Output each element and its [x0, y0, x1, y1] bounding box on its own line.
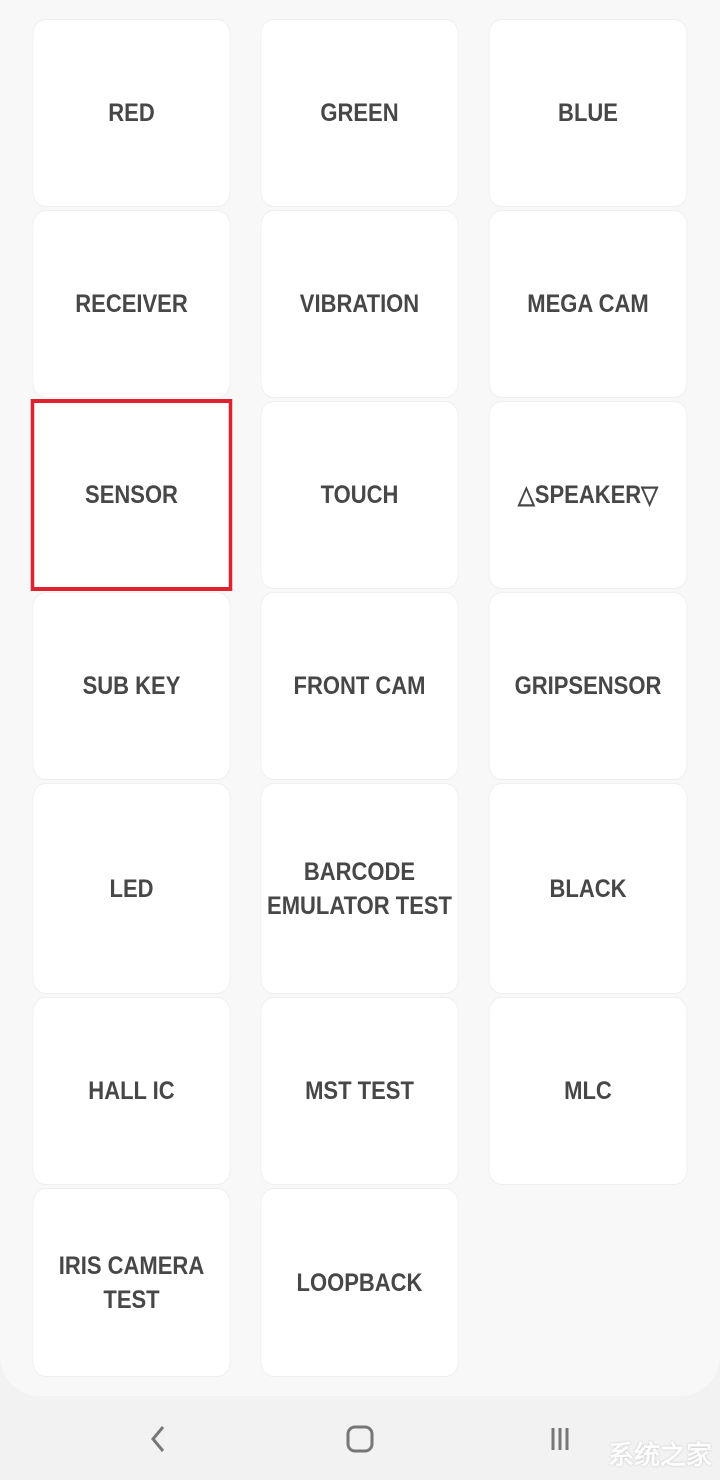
test-item-label: HALL IC	[88, 1077, 175, 1105]
test-item-mlc[interactable]: MLC	[489, 998, 687, 1184]
test-item-label: VIBRATION	[299, 290, 420, 318]
test-item-red[interactable]: RED	[33, 20, 230, 206]
test-item-sensor[interactable]: SENSOR	[30, 399, 233, 591]
test-item-label: FRONT CAM	[293, 672, 426, 700]
test-item-label: SUB KEY	[82, 672, 181, 700]
test-item-label: BLUE	[558, 99, 618, 127]
back-icon	[151, 1426, 165, 1452]
test-item-speaker[interactable]: △SPEAKER▽	[489, 402, 687, 588]
test-item-label: MLC	[564, 1077, 612, 1105]
home-icon	[346, 1425, 374, 1453]
navigation-bar: 系统之家	[0, 1396, 720, 1480]
test-item-label: BLACK	[549, 874, 627, 903]
test-item-mst-test[interactable]: MST TEST	[261, 998, 458, 1184]
watermark: 系统之家	[607, 1440, 712, 1470]
back-button[interactable]	[138, 1422, 178, 1456]
test-item-loopback[interactable]: LOOPBACK	[261, 1189, 458, 1376]
test-item-label: TOUCH	[320, 481, 399, 509]
test-item-green[interactable]: GREEN	[261, 20, 458, 206]
test-item-hall-ic[interactable]: HALL IC	[33, 998, 230, 1184]
test-item-sub-key[interactable]: SUB KEY	[33, 593, 230, 779]
test-item-black[interactable]: BLACK	[489, 784, 687, 993]
test-item-label: LOOPBACK	[296, 1268, 423, 1297]
recent-apps-icon	[551, 1428, 569, 1450]
test-item-label: GRIPSENSOR	[514, 672, 662, 700]
test-item-label: SENSOR	[85, 481, 178, 509]
test-item-iris-camera-test[interactable]: IRIS CAMERA TEST	[33, 1189, 230, 1376]
test-grid: RED GREEN BLUE RECEIVER VIBRATION MEGA CAM SEN…	[20, 20, 700, 1376]
test-item-mega-cam[interactable]: MEGA CAM	[489, 211, 687, 397]
recent-apps-button[interactable]	[540, 1422, 580, 1456]
test-item-gripsensor[interactable]: GRIPSENSOR	[489, 593, 687, 779]
test-item-label: GREEN	[320, 99, 399, 127]
test-item-label: BARCODE EMULATOR TEST	[267, 857, 452, 920]
home-button[interactable]	[340, 1422, 380, 1456]
test-item-label: △SPEAKER▽	[517, 481, 659, 509]
test-item-receiver[interactable]: RECEIVER	[33, 211, 230, 397]
test-item-label: IRIS CAMERA TEST	[58, 1251, 205, 1314]
test-item-label: RED	[108, 99, 155, 127]
test-item-label: RECEIVER	[75, 290, 188, 318]
test-item-label: LED	[109, 874, 154, 903]
test-item-label: MST TEST	[305, 1077, 414, 1105]
test-item-vibration[interactable]: VIBRATION	[261, 211, 458, 397]
test-item-blue[interactable]: BLUE	[489, 20, 687, 206]
test-item-label: MEGA CAM	[527, 290, 649, 318]
test-item-front-cam[interactable]: FRONT CAM	[261, 593, 458, 779]
test-menu-panel: RED GREEN BLUE RECEIVER VIBRATION MEGA CAM SEN…	[0, 0, 720, 1396]
test-item-led[interactable]: LED	[33, 784, 230, 993]
test-item-barcode-emulator-test[interactable]: BARCODE EMULATOR TEST	[261, 784, 458, 993]
test-item-touch[interactable]: TOUCH	[261, 402, 458, 588]
